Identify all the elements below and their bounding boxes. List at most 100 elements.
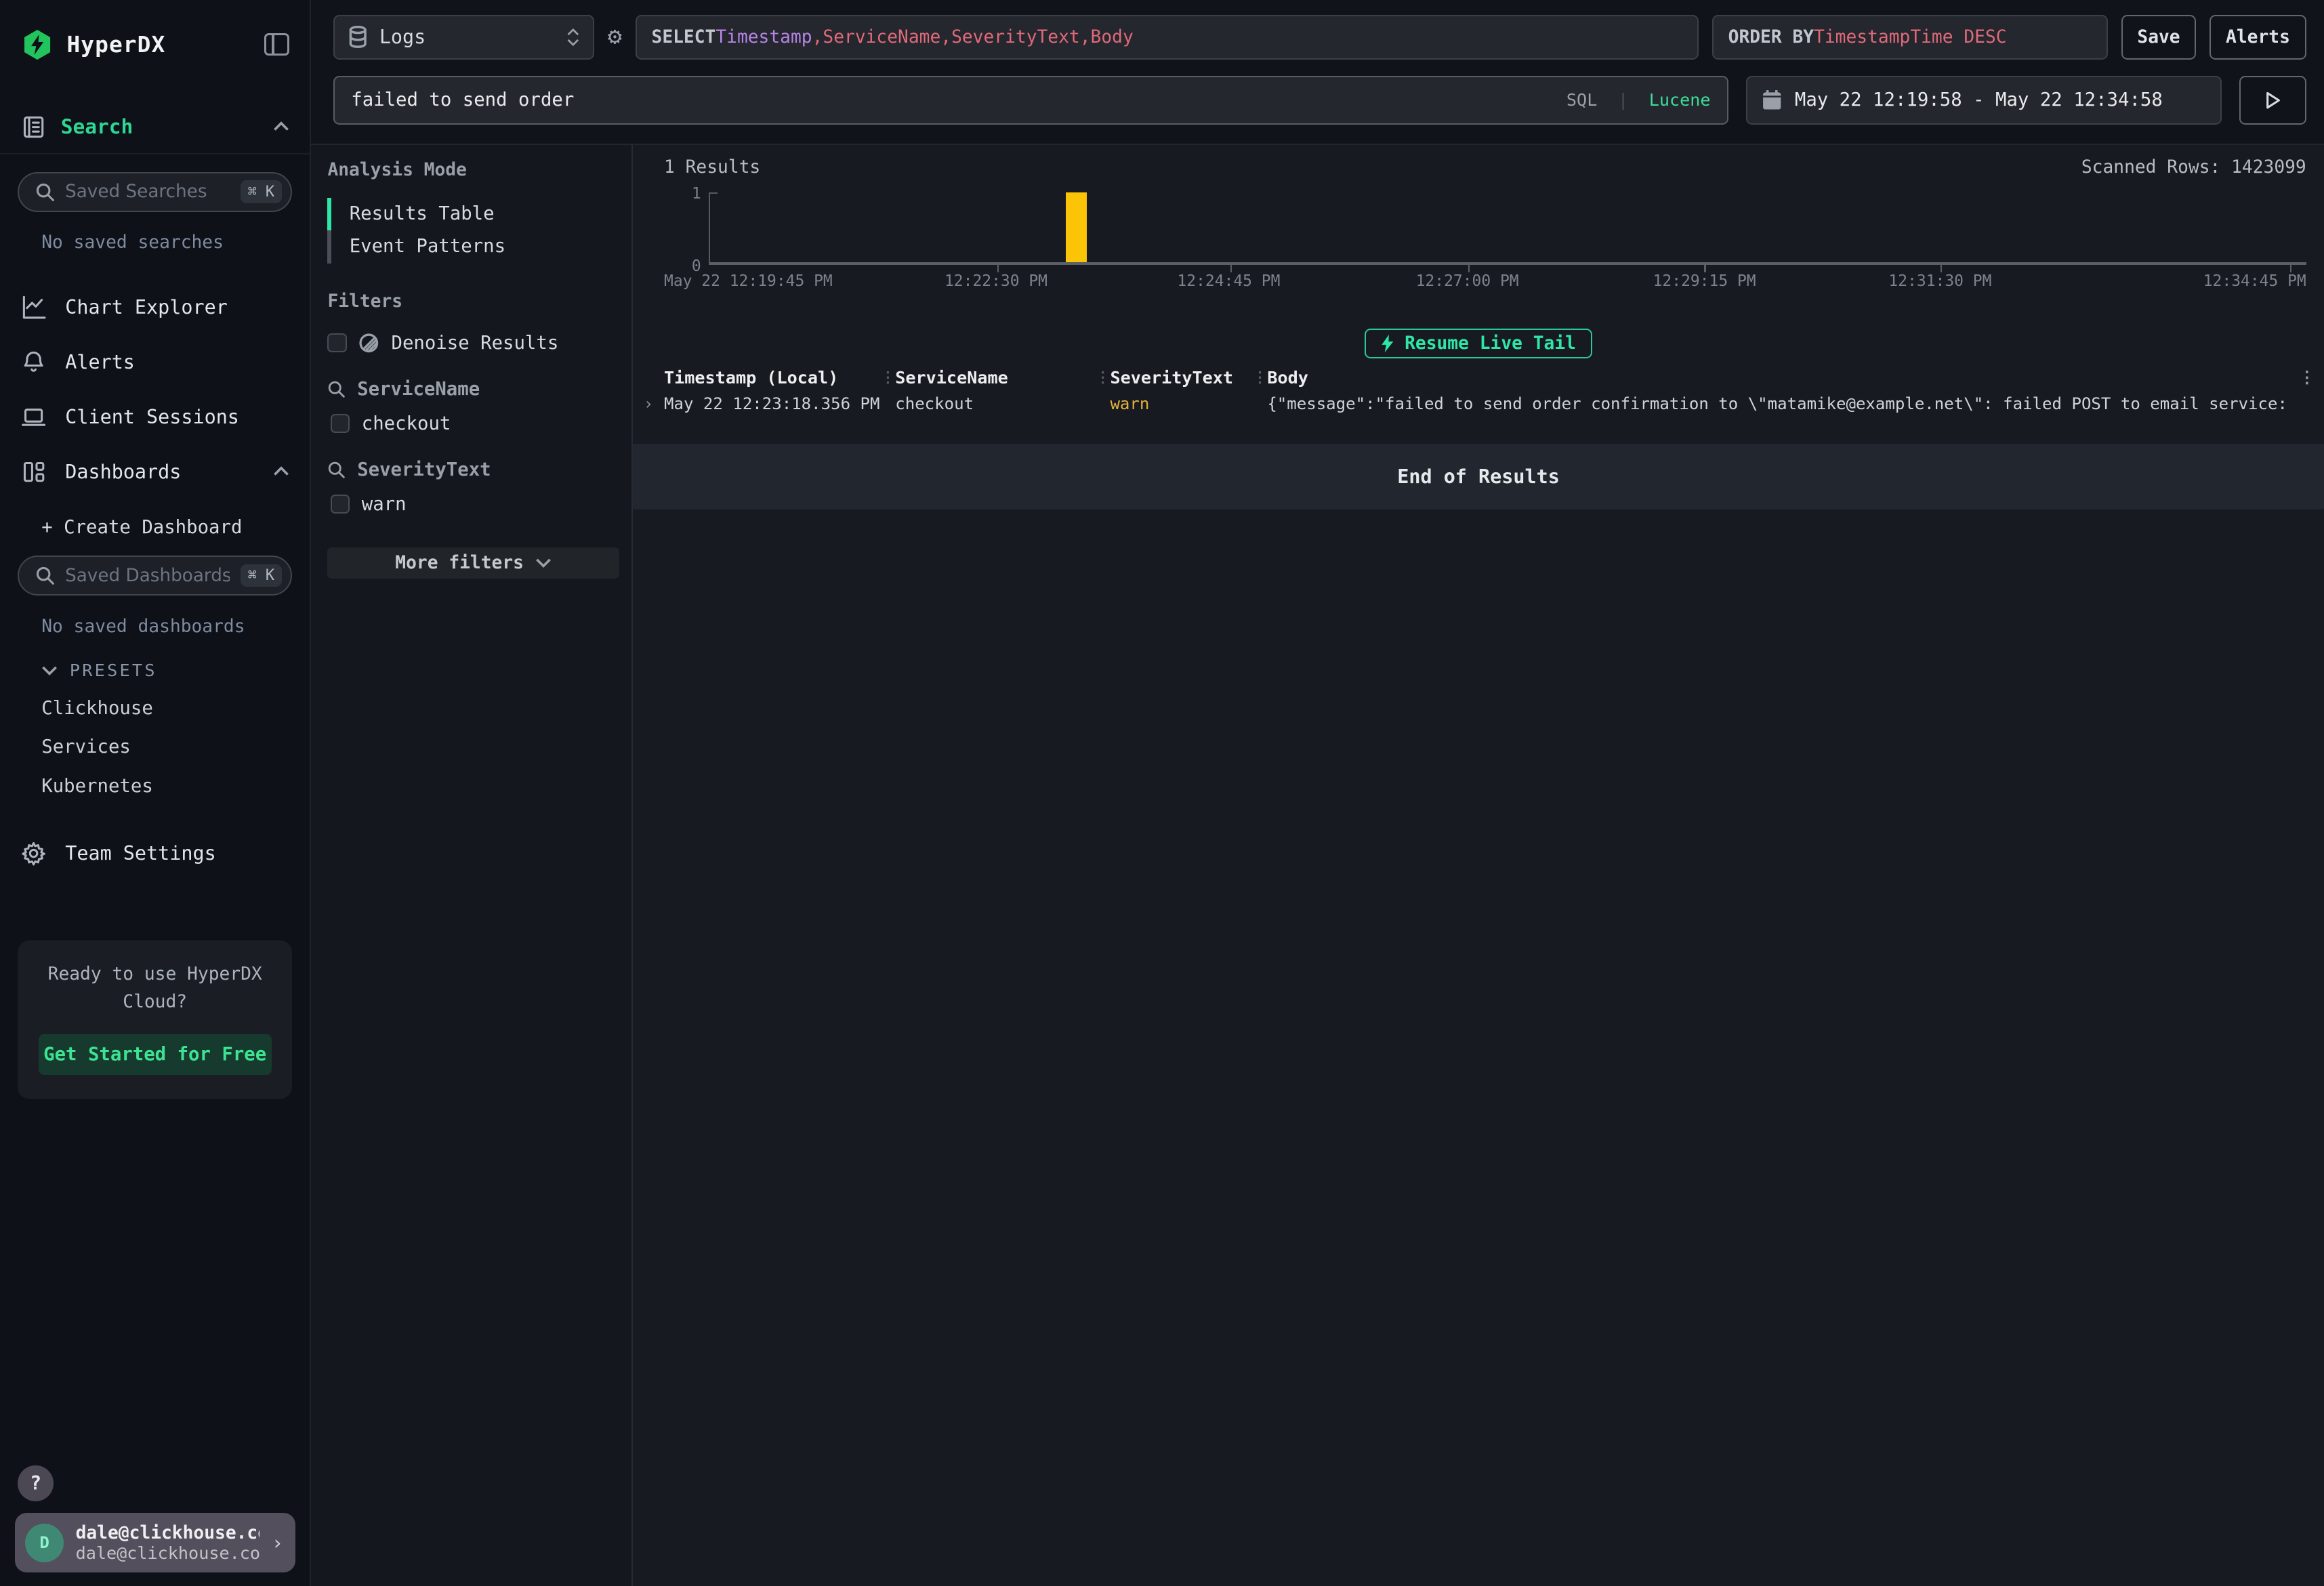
collapse-sidebar-icon[interactable] xyxy=(264,33,289,56)
table-header-row: Timestamp (Local) ⋮ ServiceName ⋮ Severi… xyxy=(633,364,2324,390)
table-row[interactable]: › May 22 12:23:18.356 PM checkout warn {… xyxy=(633,391,2324,417)
play-icon xyxy=(2265,91,2281,109)
source-settings-gear-icon[interactable]: ⚙ xyxy=(608,25,622,49)
sidebar-item-label: Search xyxy=(61,115,258,138)
filter-option-warn[interactable]: warn xyxy=(331,494,617,515)
histogram-bar-warn[interactable] xyxy=(1066,192,1087,262)
saved-searches-input[interactable] xyxy=(65,182,230,202)
denoise-checkbox[interactable] xyxy=(327,333,346,352)
x-axis-tick: 12:24:45 PM xyxy=(1177,272,1280,290)
x-axis-tick: 12:31:30 PM xyxy=(1888,272,1991,290)
warn-checkbox[interactable] xyxy=(331,495,350,514)
help-button[interactable]: ? xyxy=(18,1465,54,1501)
brand-name: HyperDX xyxy=(66,32,264,58)
sidebar-item-chart-explorer[interactable]: Chart Explorer xyxy=(0,280,310,335)
sidebar-item-team-settings[interactable]: Team Settings xyxy=(0,826,310,881)
sidebar-item-search[interactable]: Search xyxy=(0,110,310,154)
get-started-button[interactable]: Get Started for Free xyxy=(39,1034,272,1075)
column-resize-handle[interactable]: ⋮ xyxy=(1096,369,1111,386)
cloud-promo-card: Ready to use HyperDX Cloud? Get Started … xyxy=(18,940,292,1100)
sidebar-item-label: Chart Explorer xyxy=(65,296,289,318)
select-keyword: SELECT xyxy=(652,27,716,47)
brand-row[interactable]: HyperDX xyxy=(0,0,310,68)
sql-mode-toggle[interactable]: SQL xyxy=(1566,90,1597,110)
cell-severity: warn xyxy=(1110,394,1252,413)
analysis-mode-heading: Analysis Mode xyxy=(327,160,617,180)
saved-searches-input-wrap: ⌘ K xyxy=(18,172,292,212)
sidebar-item-label: Alerts xyxy=(65,351,289,373)
search-icon[interactable] xyxy=(327,380,345,398)
database-icon xyxy=(348,26,367,48)
select-field: ServiceName xyxy=(823,27,940,47)
run-query-button[interactable] xyxy=(2239,76,2306,125)
chevron-up-icon xyxy=(273,121,289,131)
gear-icon xyxy=(21,841,46,866)
x-axis-labels: May 22 12:19:45 PM 12:22:30 PM 12:24:45 … xyxy=(633,272,2306,293)
y-axis-tick: 1 xyxy=(642,185,701,203)
mode-results-table[interactable]: Results Table xyxy=(327,198,617,230)
preset-services[interactable]: Services xyxy=(41,736,310,757)
x-axis-tick: 12:27:00 PM xyxy=(1416,272,1519,290)
column-header-body[interactable]: Body xyxy=(1267,368,2291,388)
save-button[interactable]: Save xyxy=(2121,15,2197,60)
lucene-mode-toggle[interactable]: Lucene xyxy=(1649,90,1711,110)
presets-toggle[interactable]: PRESETS xyxy=(41,661,310,680)
preset-kubernetes[interactable]: Kubernetes xyxy=(41,776,310,797)
denoise-label: Denoise Results xyxy=(392,333,559,354)
sidebar-item-client-sessions[interactable]: Client Sessions xyxy=(0,390,310,444)
mode-event-patterns[interactable]: Event Patterns xyxy=(327,230,617,263)
column-resize-handle[interactable]: ⋮ xyxy=(880,369,895,386)
order-by-input[interactable]: ORDER BY TimestampTime DESC xyxy=(1712,15,2108,60)
search-query-input[interactable] xyxy=(351,89,1554,110)
column-header-severitytext[interactable]: SeverityText xyxy=(1110,368,1252,388)
scanned-rows: Scanned Rows: 1423099 xyxy=(2081,157,2306,178)
resume-live-tail-button[interactable]: Resume Live Tail xyxy=(1365,329,1592,358)
select-field: Body xyxy=(1091,27,1134,47)
cloud-promo-text: Ready to use HyperDX Cloud? xyxy=(39,961,272,1016)
user-menu[interactable]: D dale@clickhouse.com dale@clickhouse.co… xyxy=(15,1513,295,1572)
chevron-down-icon xyxy=(535,558,552,568)
order-by-value: TimestampTime DESC xyxy=(1814,27,2006,47)
source-select[interactable]: Logs xyxy=(333,15,594,60)
search-icon[interactable] xyxy=(327,461,345,478)
sidebar-item-alerts[interactable]: Alerts xyxy=(0,335,310,390)
alerts-button[interactable]: Alerts xyxy=(2209,15,2306,60)
x-axis-tick: 12:34:45 PM xyxy=(2203,272,2306,290)
bell-icon xyxy=(21,350,46,375)
filter-option-label: checkout xyxy=(362,413,451,434)
search-icon xyxy=(35,566,54,585)
histogram-plot[interactable] xyxy=(709,192,2306,265)
hyperdx-logo-icon xyxy=(21,28,54,61)
sidebar-nav: Chart Explorer Alerts Client Sessions xyxy=(0,280,310,499)
time-range-picker[interactable]: May 22 12:19:58 - May 22 12:34:58 xyxy=(1746,76,2222,125)
preset-clickhouse[interactable]: Clickhouse xyxy=(41,698,310,719)
query-header: Logs ⚙ SELECT Timestamp, ServiceName, Se… xyxy=(311,0,2324,145)
expand-row-icon[interactable]: › xyxy=(633,394,664,413)
create-dashboard-button[interactable]: + Create Dashboard xyxy=(41,517,310,538)
filter-group-name: ServiceName xyxy=(357,379,480,400)
chevron-right-icon: › xyxy=(272,1532,283,1554)
time-range-value: May 22 12:19:58 - May 22 12:34:58 xyxy=(1795,89,2163,110)
filter-option-checkout[interactable]: checkout xyxy=(331,413,617,434)
user-email: dale@clickhouse.com xyxy=(76,1523,260,1543)
column-header-timestamp[interactable]: Timestamp (Local) xyxy=(664,368,880,388)
results-area: 1 Results Scanned Rows: 1423099 1 0 xyxy=(633,145,2324,1585)
more-filters-button[interactable]: More filters xyxy=(327,547,619,579)
sidebar-item-dashboards[interactable]: Dashboards xyxy=(0,444,310,499)
select-field: Timestamp xyxy=(715,27,812,47)
saved-dashboards-input[interactable] xyxy=(65,566,230,586)
sidebar-footer: ? D dale@clickhouse.com dale@clickhouse.… xyxy=(0,1465,310,1585)
column-header-servicename[interactable]: ServiceName xyxy=(895,368,1095,388)
checkout-checkbox[interactable] xyxy=(331,414,350,433)
select-columns-input[interactable]: SELECT Timestamp, ServiceName, SeverityT… xyxy=(636,15,1699,60)
saved-dashboards-input-wrap: ⌘ K xyxy=(18,556,292,596)
column-resize-handle[interactable]: ⋮ xyxy=(1252,369,1267,386)
denoise-results-option[interactable]: Denoise Results xyxy=(327,333,617,354)
no-saved-dashboards-note: No saved dashboards xyxy=(41,617,310,637)
chevron-down-icon xyxy=(41,665,58,675)
column-settings-icon[interactable]: ⋮ xyxy=(2291,368,2315,387)
order-by-keyword: ORDER BY xyxy=(1728,27,1814,47)
filters-heading: Filters xyxy=(327,291,617,312)
shortcut-badge: ⌘ K xyxy=(241,180,282,203)
cell-servicename: checkout xyxy=(895,394,1095,413)
